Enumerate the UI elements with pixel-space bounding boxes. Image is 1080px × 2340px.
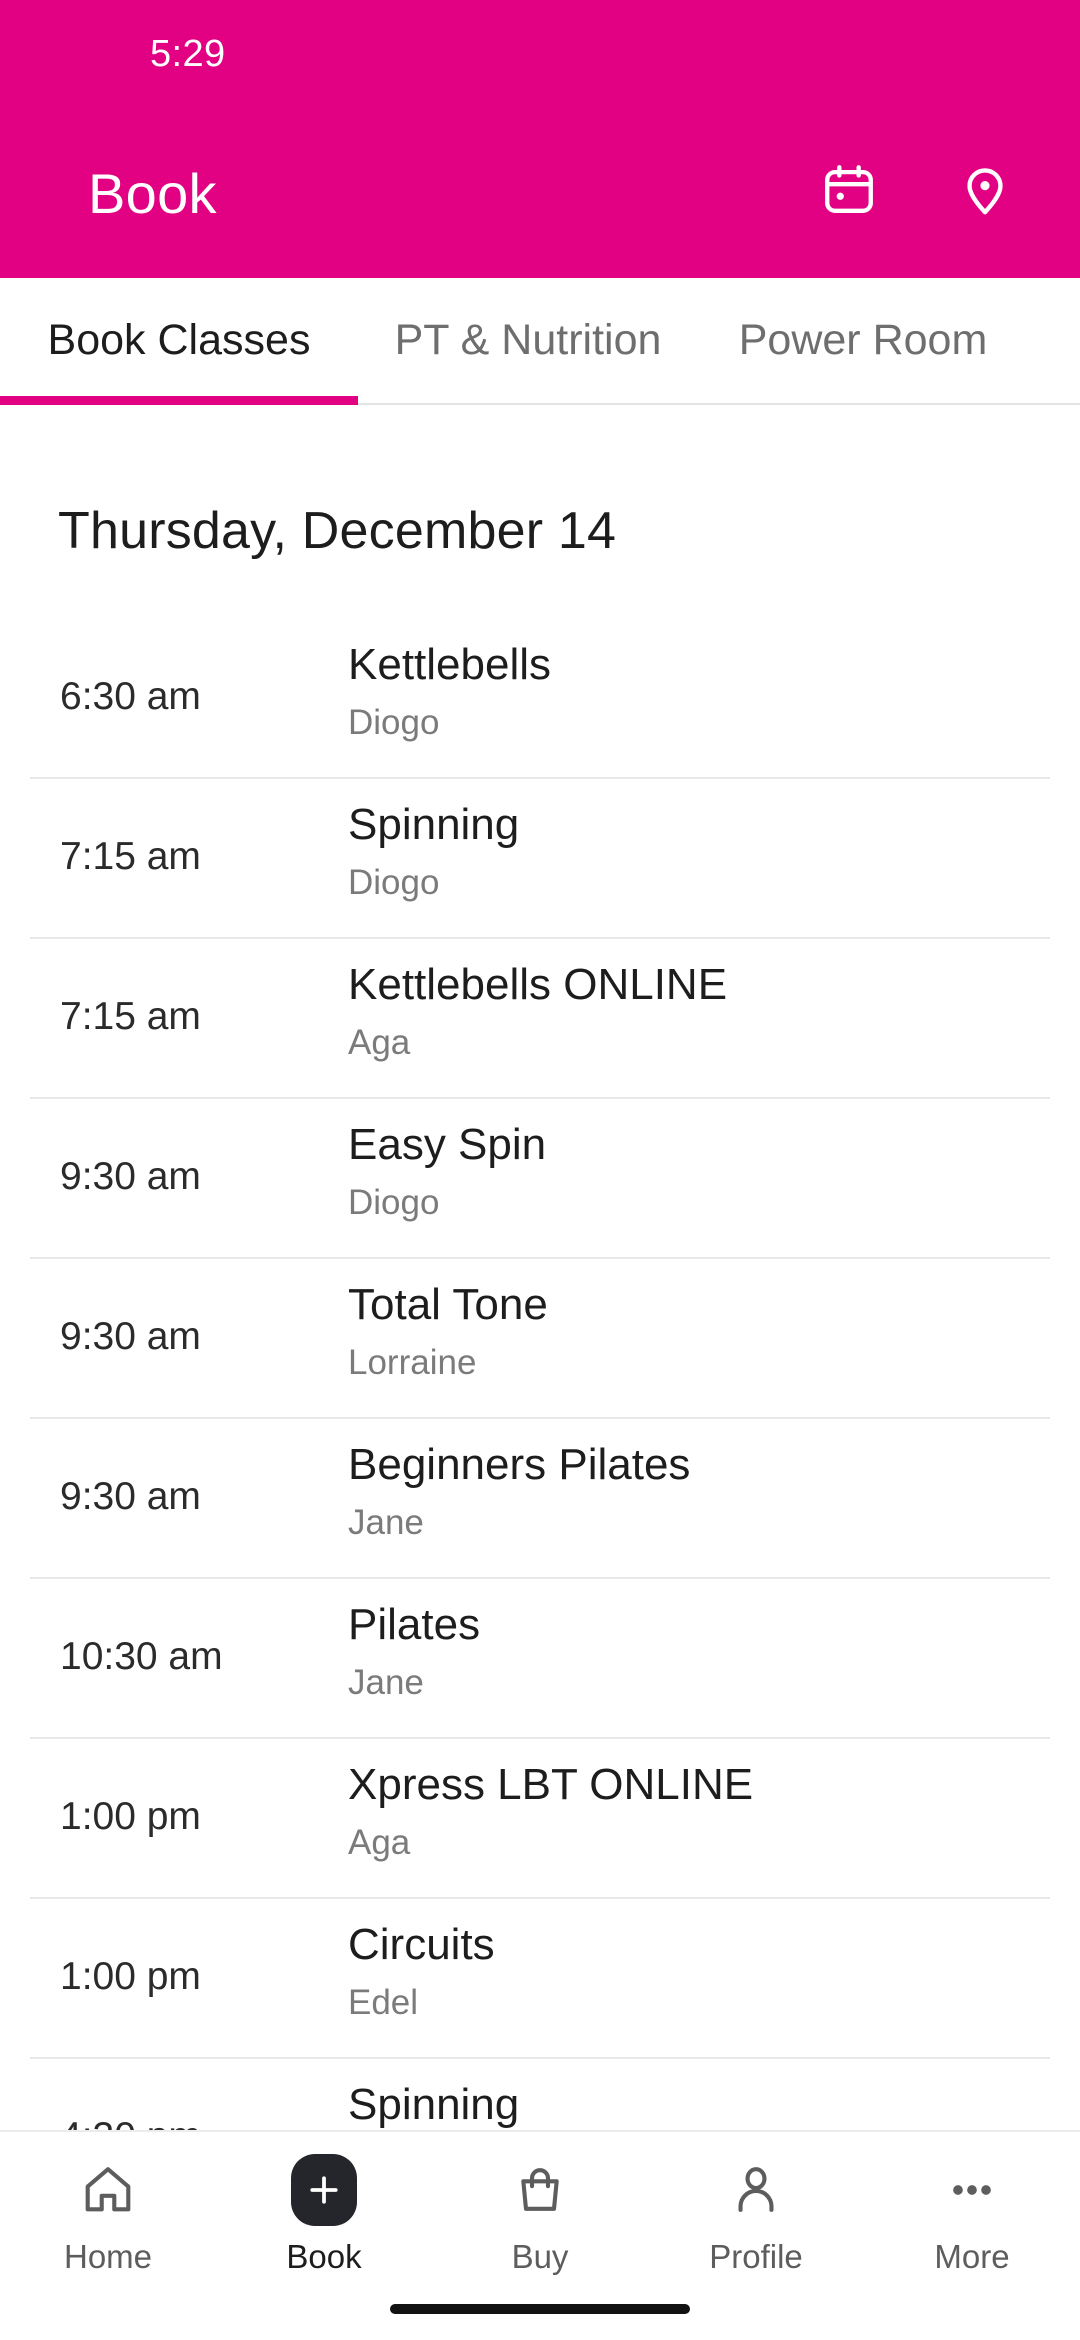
- tab-label: Power Room: [738, 315, 988, 364]
- tab-power-room[interactable]: Power Room: [698, 278, 1028, 402]
- tab-list: Book Classes PT & Nutrition Power Room: [0, 278, 1080, 402]
- class-time: 6:30 am: [60, 675, 201, 718]
- nav-item-profile[interactable]: Profile: [648, 2154, 864, 2273]
- class-time: 10:30 am: [60, 1635, 223, 1678]
- page-title: Book: [88, 161, 217, 225]
- shopping-bag-icon: [504, 2154, 576, 2226]
- nav-book-pill: [288, 2154, 360, 2226]
- nav-label: More: [934, 2238, 1010, 2275]
- class-list: 6:30 am Kettlebells Diogo 7:15 am Spinning Di…: [0, 617, 1080, 2130]
- class-time: 7:15 am: [60, 835, 201, 878]
- class-name: Spinning: [348, 2080, 520, 2129]
- gesture-home-indicator: [390, 2304, 690, 2314]
- tab-book-classes[interactable]: Book Classes: [0, 278, 358, 402]
- class-name: Pilates: [348, 1600, 481, 1649]
- class-instructor: Diogo: [348, 1182, 440, 1222]
- status-bar-clock: 5:29: [150, 32, 226, 75]
- nav-item-more[interactable]: More: [864, 2154, 1080, 2273]
- class-info: Beginners Pilates Jane: [340, 1439, 1020, 1543]
- schedule-content[interactable]: Thursday, December 14 6:30 am Kettlebells…: [0, 405, 1080, 2130]
- nav-label: Book: [286, 2238, 362, 2275]
- nav-label: Buy: [511, 2238, 569, 2275]
- nav-label: Profile: [709, 2238, 803, 2275]
- tab-active-indicator: [0, 396, 358, 405]
- class-instructor: Jane: [348, 1502, 424, 1542]
- class-name: Easy Spin: [348, 1120, 547, 1169]
- app-bar-actions: [812, 153, 1022, 233]
- class-info: Kettlebells Diogo: [340, 639, 1020, 743]
- plus-icon: [291, 2154, 357, 2226]
- class-instructor: Jane: [348, 1662, 424, 1702]
- nav-item-buy[interactable]: Buy: [432, 2154, 648, 2273]
- nav-item-home[interactable]: Home: [0, 2154, 216, 2273]
- class-row[interactable]: 7:15 am Spinning Diogo: [0, 777, 1080, 937]
- class-time: 4:30 pm: [60, 2079, 340, 2130]
- class-row[interactable]: 9:30 am Easy Spin Diogo: [0, 1097, 1080, 1257]
- class-row[interactable]: 9:30 am Total Tone Lorraine: [0, 1257, 1080, 1417]
- class-name: Beginners Pilates: [348, 1440, 691, 1489]
- location-pin-icon: [956, 161, 1014, 219]
- class-row[interactable]: 10:30 am Pilates Jane: [0, 1577, 1080, 1737]
- person-icon: [720, 2154, 792, 2226]
- home-icon: [72, 2154, 144, 2226]
- class-instructor: Lorraine: [348, 1342, 477, 1382]
- class-row[interactable]: 1:00 pm Circuits Edel: [0, 1897, 1080, 2057]
- status-bar: 5:29: [0, 0, 1080, 108]
- class-instructor: Aga: [348, 1822, 411, 1862]
- class-time: 7:15 am: [60, 995, 201, 1038]
- class-time: 1:00 pm: [60, 1795, 201, 1838]
- class-time: 9:30 am: [60, 1475, 201, 1518]
- class-info: Spinning: [340, 2079, 1020, 2130]
- class-row[interactable]: 6:30 am Kettlebells Diogo: [0, 617, 1080, 777]
- class-name: Spinning: [348, 800, 520, 849]
- class-name: Xpress LBT ONLINE: [348, 1760, 754, 1809]
- class-info: Kettlebells ONLINE Aga: [340, 959, 1020, 1063]
- tab-label: PT & Nutrition: [394, 315, 662, 364]
- class-name: Circuits: [348, 1920, 495, 1969]
- tab-pt-and-nutrition[interactable]: PT & Nutrition: [358, 278, 698, 402]
- class-name: Kettlebells ONLINE: [348, 960, 728, 1009]
- nav-label: Home: [63, 2238, 153, 2275]
- class-instructor: Diogo: [348, 862, 440, 902]
- class-time: 9:30 am: [60, 1155, 201, 1198]
- class-name: Kettlebells: [348, 640, 552, 689]
- class-row[interactable]: 4:30 pmSpinning: [0, 2057, 1080, 2130]
- class-info: Easy Spin Diogo: [340, 1119, 1020, 1223]
- class-instructor: Diogo: [348, 702, 440, 742]
- class-info: Spinning Diogo: [340, 799, 1020, 903]
- app-root: 5:29 Book Book Classes PT & Nutrition Po…: [0, 0, 1080, 2340]
- location-button[interactable]: [948, 153, 1022, 227]
- tab-label: Book Classes: [47, 315, 311, 364]
- class-info: Pilates Jane: [340, 1599, 1020, 1703]
- class-info: Circuits Edel: [340, 1919, 1020, 2023]
- class-time: 1:00 pm: [60, 1955, 201, 1998]
- class-instructor: Aga: [348, 1022, 411, 1062]
- calendar-icon: [820, 161, 878, 219]
- class-row[interactable]: 1:00 pm Xpress LBT ONLINE Aga: [0, 1737, 1080, 1897]
- class-row[interactable]: 7:15 am Kettlebells ONLINE Aga: [0, 937, 1080, 1097]
- tab-bar: Book Classes PT & Nutrition Power Room: [0, 278, 1080, 405]
- app-bar: Book: [0, 108, 1080, 278]
- schedule-date-heading: Thursday, December 14: [58, 502, 617, 560]
- class-row[interactable]: 9:30 am Beginners Pilates Jane: [0, 1417, 1080, 1577]
- calendar-button[interactable]: [812, 153, 886, 227]
- nav-item-book[interactable]: Book: [216, 2154, 432, 2273]
- ellipsis-icon: [936, 2154, 1008, 2226]
- class-instructor: Edel: [348, 1982, 419, 2022]
- class-info: Total Tone Lorraine: [340, 1279, 1020, 1383]
- app-header: 5:29 Book: [0, 0, 1080, 278]
- class-time: 9:30 am: [60, 1315, 201, 1358]
- class-info: Xpress LBT ONLINE Aga: [340, 1759, 1020, 1863]
- class-name: Total Tone: [348, 1280, 548, 1329]
